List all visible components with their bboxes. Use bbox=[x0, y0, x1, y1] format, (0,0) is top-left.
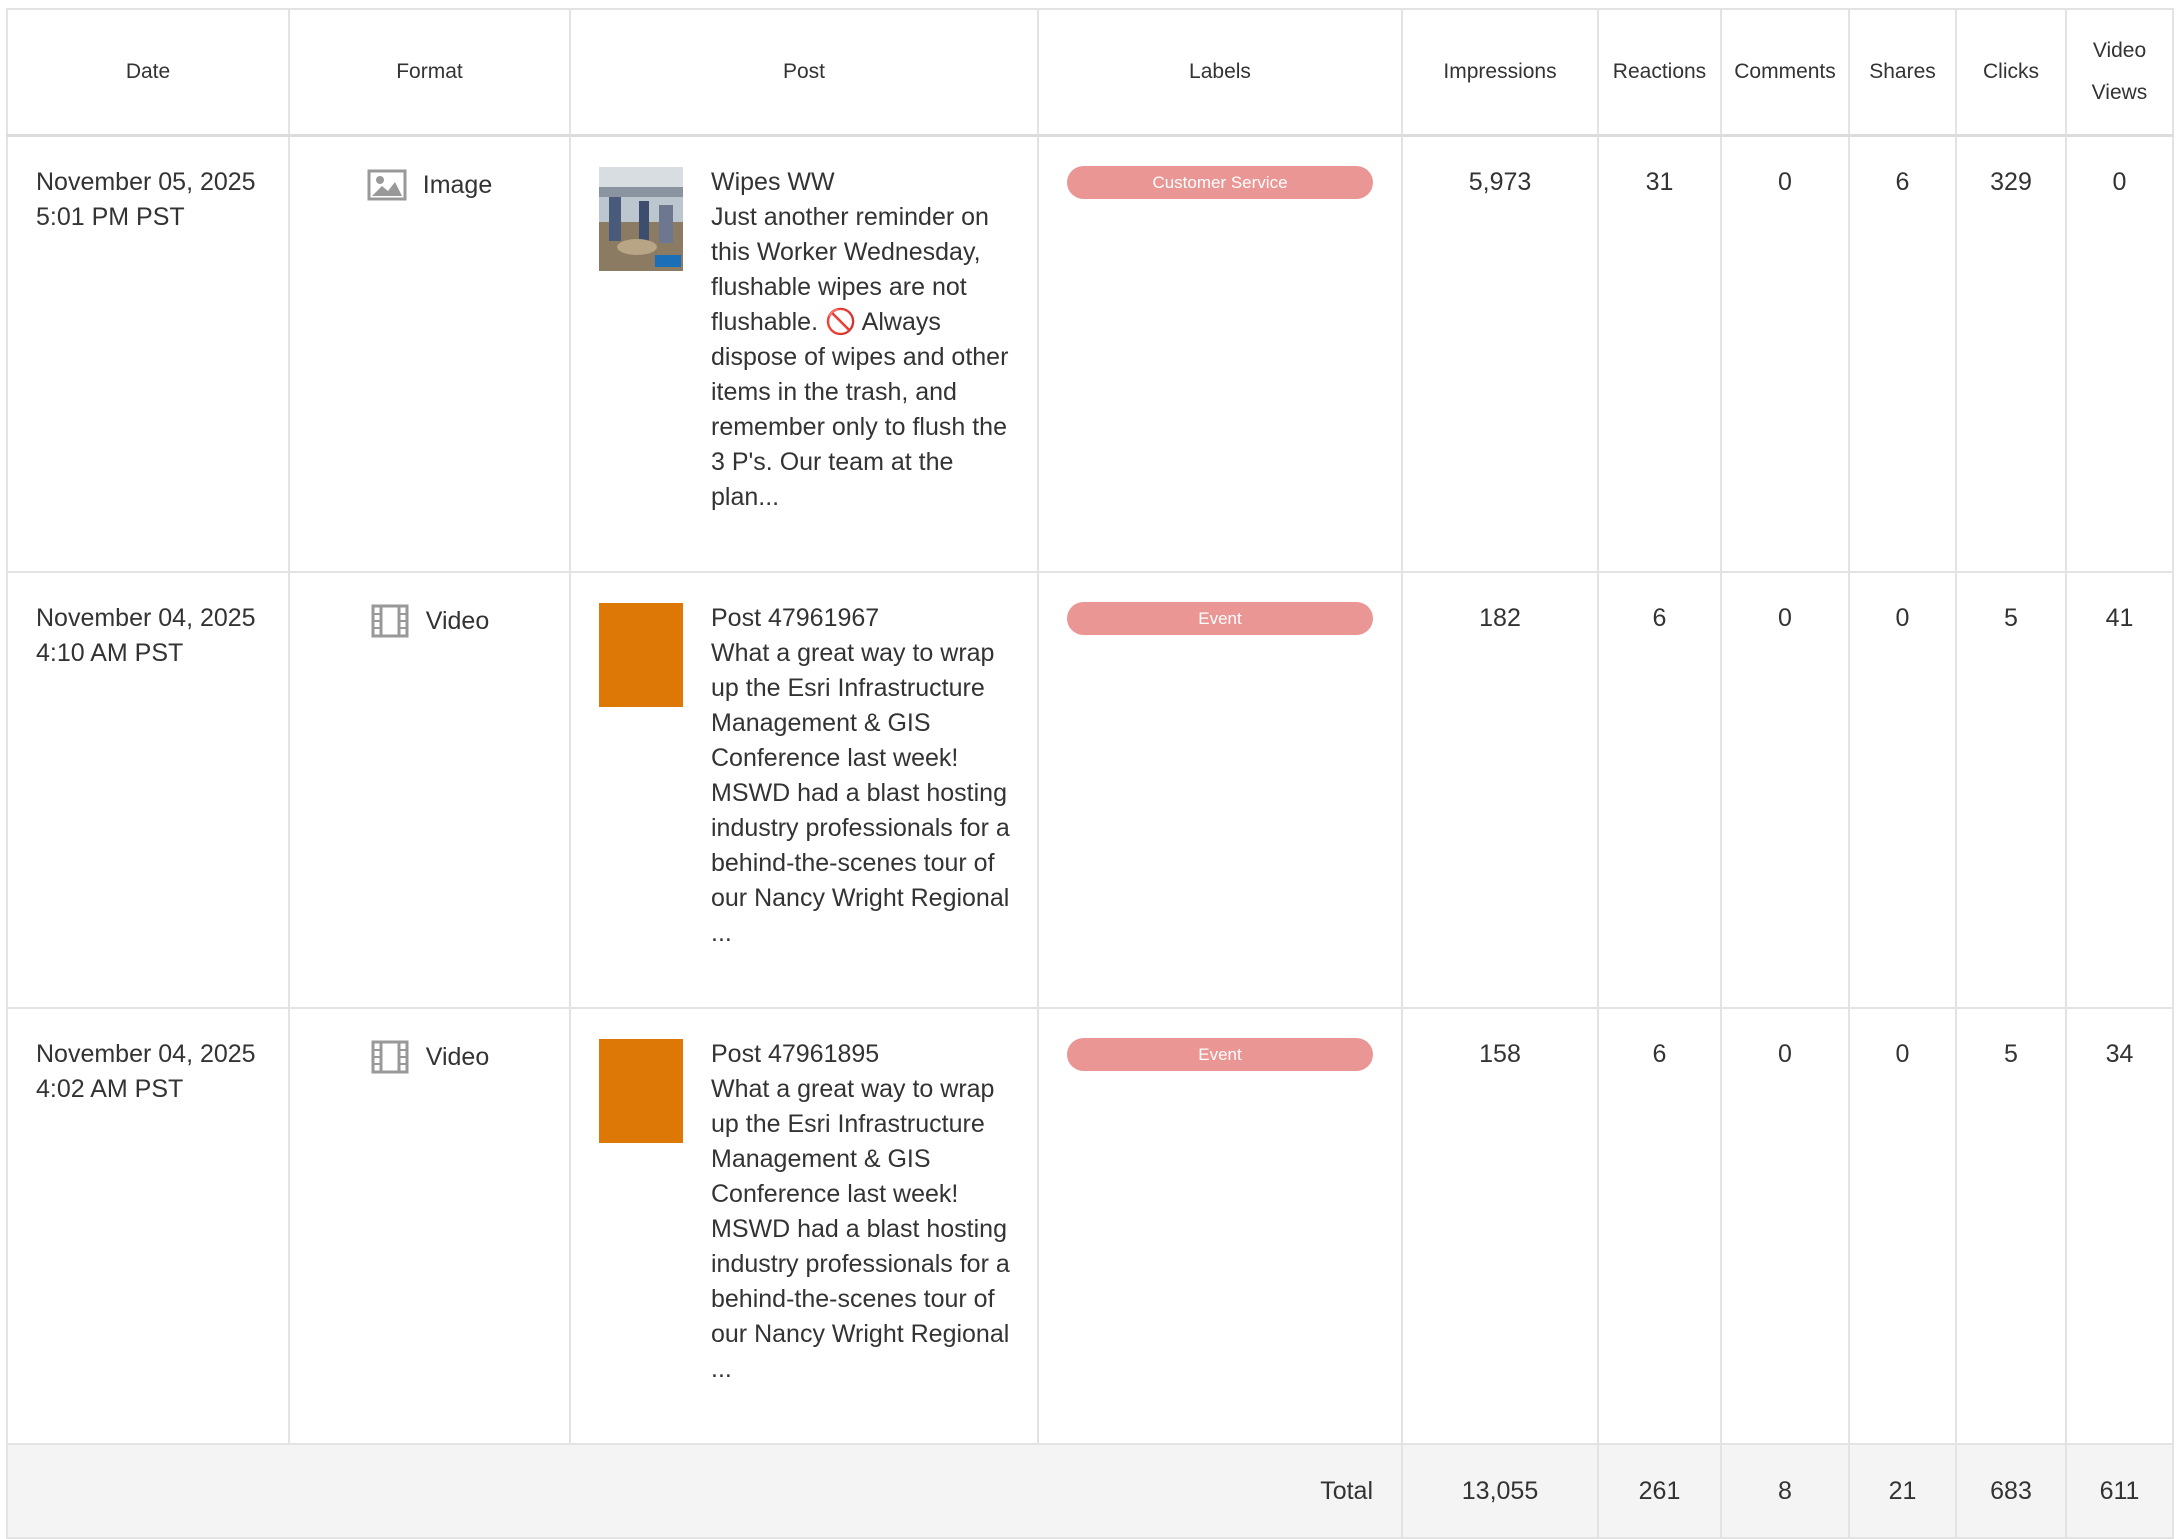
post-time: 4:02 AM PST bbox=[36, 1075, 184, 1103]
column-header-date[interactable]: Date bbox=[6, 8, 290, 137]
reactions-value: 6 bbox=[1597, 571, 1722, 1009]
format-cell: Video bbox=[288, 571, 571, 1009]
column-header-clicks[interactable]: Clicks bbox=[1955, 8, 2067, 137]
film-icon bbox=[371, 604, 409, 638]
post-cell: Post 47961967 What a great way to wrap u… bbox=[569, 571, 1039, 1009]
film-icon bbox=[371, 1040, 409, 1074]
post-body: What a great way to wrap up the Esri Inf… bbox=[711, 1075, 1010, 1383]
shares-value: 0 bbox=[1848, 1007, 1957, 1445]
column-header-reactions[interactable]: Reactions bbox=[1597, 8, 1722, 137]
post-thumbnail[interactable] bbox=[599, 167, 683, 271]
post-cell: Wipes WW Just another reminder on this W… bbox=[569, 134, 1039, 573]
post-time: 4:10 AM PST bbox=[36, 639, 184, 667]
shares-value: 6 bbox=[1848, 134, 1957, 573]
reactions-value: 6 bbox=[1597, 1007, 1722, 1445]
date-cell: November 04, 2025 4:02 AM PST bbox=[6, 1007, 290, 1445]
total-label: Total bbox=[6, 1443, 1403, 1539]
column-header-video-views[interactable]: Video Views bbox=[2065, 8, 2174, 137]
post-date: November 04, 2025 bbox=[36, 1040, 256, 1068]
post-body: What a great way to wrap up the Esri Inf… bbox=[711, 639, 1010, 947]
total-video-views: 611 bbox=[2065, 1443, 2174, 1539]
format-cell: Image bbox=[288, 134, 571, 573]
post-cell: Post 47961895 What a great way to wrap u… bbox=[569, 1007, 1039, 1445]
post-body: Just another reminder on this Worker Wed… bbox=[711, 203, 1009, 511]
comments-value: 0 bbox=[1720, 134, 1850, 573]
column-header-post[interactable]: Post bbox=[569, 8, 1039, 137]
date-cell: November 05, 2025 5:01 PM PST bbox=[6, 134, 290, 573]
video-views-value: 34 bbox=[2065, 1007, 2174, 1445]
label-tag[interactable]: Event bbox=[1067, 1038, 1373, 1071]
post-title[interactable]: Wipes WW bbox=[711, 165, 1011, 200]
total-shares: 21 bbox=[1848, 1443, 1957, 1539]
posts-report: Date Format Post Labels Impressions Reac… bbox=[6, 8, 2174, 1539]
clicks-value: 5 bbox=[1955, 571, 2067, 1009]
column-header-shares[interactable]: Shares bbox=[1848, 8, 1957, 137]
total-impressions: 13,055 bbox=[1401, 1443, 1599, 1539]
label-tag[interactable]: Customer Service bbox=[1067, 166, 1373, 199]
table-row: November 04, 2025 4:02 AM PST Video Post… bbox=[6, 1007, 2174, 1445]
post-title[interactable]: Post 47961967 bbox=[711, 601, 1011, 636]
total-clicks: 683 bbox=[1955, 1443, 2067, 1539]
format-label: Video bbox=[425, 606, 490, 635]
labels-cell: Event bbox=[1037, 1007, 1403, 1445]
table-row: November 05, 2025 5:01 PM PST Image Wipe… bbox=[6, 134, 2174, 573]
post-time: 5:01 PM PST bbox=[36, 203, 185, 231]
post-date: November 04, 2025 bbox=[36, 604, 256, 632]
post-thumbnail[interactable] bbox=[599, 1039, 683, 1143]
comments-value: 0 bbox=[1720, 1007, 1850, 1445]
post-title[interactable]: Post 47961895 bbox=[711, 1037, 1011, 1072]
label-tag[interactable]: Event bbox=[1067, 602, 1373, 635]
date-cell: November 04, 2025 4:10 AM PST bbox=[6, 571, 290, 1009]
post-thumbnail[interactable] bbox=[599, 603, 683, 707]
clicks-value: 329 bbox=[1955, 134, 2067, 573]
clicks-value: 5 bbox=[1955, 1007, 2067, 1445]
format-label: Video bbox=[425, 1042, 490, 1071]
impressions-value: 5,973 bbox=[1401, 134, 1599, 573]
column-header-labels[interactable]: Labels bbox=[1037, 8, 1403, 137]
reactions-value: 31 bbox=[1597, 134, 1722, 573]
video-views-value: 41 bbox=[2065, 571, 2174, 1009]
video-views-value: 0 bbox=[2065, 134, 2174, 573]
posts-table: Date Format Post Labels Impressions Reac… bbox=[6, 8, 2174, 1539]
format-cell: Video bbox=[288, 1007, 571, 1445]
comments-value: 0 bbox=[1720, 571, 1850, 1009]
total-comments: 8 bbox=[1720, 1443, 1850, 1539]
table-header-row: Date Format Post Labels Impressions Reac… bbox=[6, 8, 2174, 137]
labels-cell: Customer Service bbox=[1037, 134, 1403, 573]
labels-cell: Event bbox=[1037, 571, 1403, 1009]
column-header-comments[interactable]: Comments bbox=[1720, 8, 1850, 137]
format-label: Image bbox=[422, 170, 493, 199]
shares-value: 0 bbox=[1848, 571, 1957, 1009]
totals-row: Total 13,055 261 8 21 683 611 bbox=[6, 1443, 2174, 1539]
column-header-impressions[interactable]: Impressions bbox=[1401, 8, 1599, 137]
column-header-format[interactable]: Format bbox=[288, 8, 571, 137]
impressions-value: 182 bbox=[1401, 571, 1599, 1009]
post-date: November 05, 2025 bbox=[36, 168, 256, 196]
image-icon bbox=[367, 169, 407, 201]
table-row: November 04, 2025 4:10 AM PST Video Post… bbox=[6, 571, 2174, 1009]
total-reactions: 261 bbox=[1597, 1443, 1722, 1539]
impressions-value: 158 bbox=[1401, 1007, 1599, 1445]
